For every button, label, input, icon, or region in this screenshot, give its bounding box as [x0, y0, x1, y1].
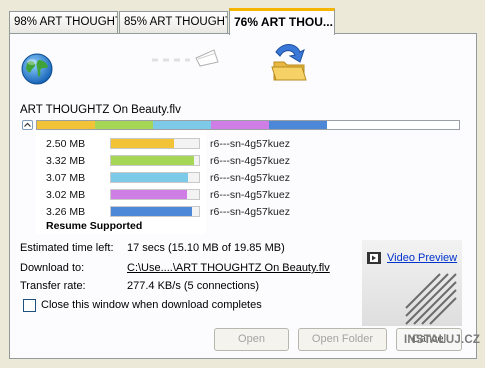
connection-host: r6---sn-4g57kuez [210, 155, 290, 167]
connection-size: 3.02 MB [46, 189, 86, 201]
tab-2[interactable]: 85% ART THOUGHT... [119, 11, 228, 33]
tab-1[interactable]: 98% ART THOUGHT... [9, 11, 118, 33]
close-on-complete-label: Close this window when download complete… [41, 299, 262, 311]
overall-progress-segment [95, 121, 153, 129]
connection-host: r6---sn-4g57kuez [210, 189, 290, 201]
overall-progress-bar [36, 120, 460, 130]
connection-host: r6---sn-4g57kuez [210, 172, 290, 184]
overall-progress-segment [37, 121, 95, 129]
connection-host: r6---sn-4g57kuez [210, 206, 290, 218]
overall-progress-segment [153, 121, 211, 129]
open-folder-button[interactable]: Open Folder [298, 328, 387, 351]
film-icon [367, 252, 381, 264]
chevron-up-icon [24, 122, 31, 127]
tab-2-label: 85% ART THOUGHT... [124, 16, 227, 28]
video-preview-link[interactable]: Video Preview [387, 252, 457, 264]
watermark-text: INSTALUJ.CZ [404, 334, 481, 346]
connection-progress-bar [110, 172, 200, 183]
connection-progress-bar [110, 206, 200, 217]
close-on-complete-checkbox[interactable] [23, 299, 36, 312]
connection-progress-fill [111, 156, 194, 165]
overall-progress-segment [211, 121, 269, 129]
connection-progress-fill [111, 173, 189, 182]
connection-progress-bar [110, 138, 200, 149]
globe-icon [21, 53, 53, 85]
connection-progress-bar [110, 155, 200, 166]
connection-progress-fill [111, 207, 192, 216]
time-left-value: 17 secs (15.10 MB of 19.85 MB) [127, 242, 285, 254]
tab-3-active[interactable]: 76% ART THOU... [229, 8, 335, 35]
connection-size: 2.50 MB [46, 138, 86, 150]
transfer-animation-icon [152, 49, 219, 67]
tab-3-label: 76% ART THOU... [234, 15, 333, 29]
connection-size: 3.32 MB [46, 155, 86, 167]
transfer-rate-value: 277.4 KB/s (5 connections) [127, 280, 260, 292]
transfer-rate-label: Transfer rate: [20, 280, 86, 292]
watermark-logo [405, 273, 457, 325]
download-to-label: Download to: [20, 262, 85, 274]
resume-status: Resume Supported [46, 220, 143, 232]
connection-size: 3.07 MB [46, 172, 86, 184]
connection-progress-bar [110, 189, 200, 200]
tab-1-label: 98% ART THOUGHT... [14, 16, 117, 28]
connection-host: r6---sn-4g57kuez [210, 138, 290, 150]
collapse-toggle-button[interactable] [22, 120, 33, 130]
connection-size: 3.26 MB [46, 206, 86, 218]
connection-progress-fill [111, 139, 175, 148]
connection-progress-fill [111, 190, 187, 199]
overall-progress-segment [269, 121, 327, 129]
folder-arrow-icon [271, 44, 307, 81]
file-name: ART THOUGHTZ On Beauty.flv [20, 104, 181, 116]
open-button[interactable]: Open [214, 328, 289, 351]
time-left-label: Estimated time left: [20, 242, 114, 254]
download-path-link[interactable]: C:\Use....\ART THOUGHTZ On Beauty.flv [127, 262, 330, 274]
